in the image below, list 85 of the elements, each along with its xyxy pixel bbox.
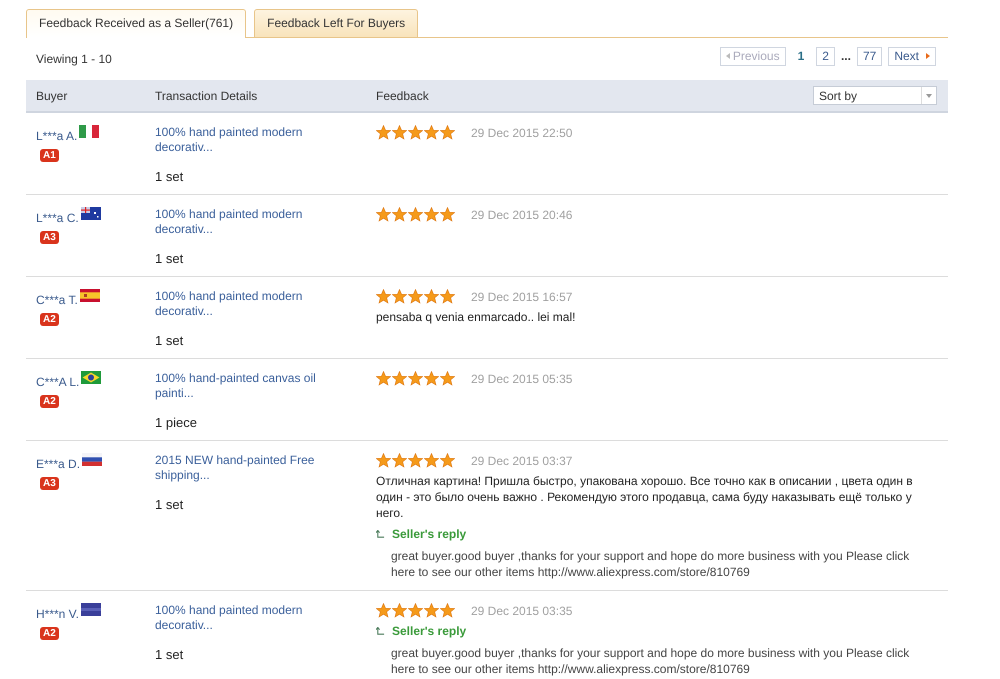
flag-icon <box>80 207 101 220</box>
star-icon <box>408 603 423 618</box>
reply-arrow-icon <box>376 530 385 538</box>
star-icon <box>376 289 391 304</box>
star-icon <box>392 371 407 386</box>
star-icon <box>408 207 423 222</box>
star-icon <box>440 371 455 386</box>
star-icon <box>408 371 423 386</box>
quantity-text: 1 set <box>155 497 184 512</box>
product-link[interactable]: 100% hand painted modern decorativ... <box>155 603 320 633</box>
level-badge: A2 <box>40 395 59 408</box>
star-icon <box>408 289 423 304</box>
reply-label: Seller's reply <box>392 624 466 638</box>
column-header: Transaction Details <box>155 88 258 102</box>
star-icon <box>424 453 439 468</box>
feedback-date: 29 Dec 2015 22:50 <box>471 126 572 140</box>
quantity-text: 1 set <box>155 333 184 348</box>
tab[interactable]: Feedback Left For Buyers <box>254 9 418 37</box>
star-icon <box>376 125 391 140</box>
next-button[interactable]: Next <box>888 46 936 66</box>
flag-icon <box>82 453 102 466</box>
star-icon <box>424 289 439 304</box>
product-link[interactable]: 100% hand painted modern decorativ... <box>155 207 320 237</box>
buyer-name[interactable]: L***a A. <box>36 129 78 143</box>
star-icon <box>376 207 391 222</box>
star-icon <box>440 289 455 304</box>
star-icon <box>392 289 407 304</box>
star-icon <box>376 453 391 468</box>
flag-icon <box>80 603 101 616</box>
star-icon <box>376 603 391 618</box>
star-icon <box>408 453 423 468</box>
product-link[interactable]: 100% hand painted modern decorativ... <box>155 125 320 155</box>
flag-icon <box>81 371 102 384</box>
buyer-name[interactable]: L***a C. <box>36 211 79 225</box>
product-link[interactable]: 100% hand painted modern decorativ... <box>155 289 320 319</box>
feedback-date: 29 Dec 2015 05:35 <box>471 372 572 386</box>
quantity-text: 1 set <box>155 647 184 662</box>
column-header: Feedback <box>376 88 430 102</box>
level-badge: A1 <box>40 149 59 162</box>
page-ellipsis: ... <box>840 49 851 63</box>
quantity-text: 1 piece <box>155 415 198 430</box>
star-icon <box>392 125 407 140</box>
viewing-count: Viewing 1 - 10 <box>36 52 112 66</box>
star-icon <box>392 207 407 222</box>
level-badge: A3 <box>40 477 59 490</box>
star-icon <box>392 603 407 618</box>
page-link[interactable]: 77 <box>856 46 882 66</box>
tab[interactable]: Feedback Received as a Seller(761) <box>26 9 246 38</box>
star-icon <box>376 371 391 386</box>
page-link[interactable]: 2 <box>816 46 835 66</box>
buyer-name[interactable]: C***a T. <box>36 293 78 307</box>
buyer-name[interactable]: H***n V. <box>36 607 79 621</box>
quantity-text: 1 set <box>155 251 184 266</box>
feedback-date: 29 Dec 2015 03:37 <box>471 454 572 468</box>
star-icon <box>424 207 439 222</box>
quantity-text: 1 set <box>155 169 184 184</box>
sort-dropdown[interactable]: Sort by <box>813 86 937 105</box>
product-link[interactable]: 100% hand-painted canvas oil painti... <box>155 371 320 401</box>
level-badge: A2 <box>40 627 59 640</box>
flag-icon <box>79 125 100 138</box>
column-header: Buyer <box>35 88 68 102</box>
star-icon <box>424 125 439 140</box>
star-icon <box>440 603 455 618</box>
feedback-date: 29 Dec 2015 03:35 <box>471 604 572 618</box>
feedback-comment: pensaba q venia enmarcado.. lei mal! <box>376 309 576 325</box>
feedback-date: 29 Dec 2015 16:57 <box>471 290 572 304</box>
product-link[interactable]: 2015 NEW hand-painted Free shipping... <box>155 453 320 483</box>
level-badge: A3 <box>40 231 59 244</box>
star-icon <box>424 371 439 386</box>
flag-icon <box>80 289 100 302</box>
star-icon <box>440 207 455 222</box>
reply-text: great buyer.good buyer ,thanks for your support and hope do more business with you Please click here to see our other items http://www.aliexpress.com/store/810769 <box>391 645 910 677</box>
star-icon <box>440 125 455 140</box>
star-icon <box>392 453 407 468</box>
feedback-comment: Отличная картина! Пришла быстро, упакована хорошо. Все точно как в описании , цвета один в один - это было очень важно . Рекомендую этого продавца, сама буду наказывать ещё только у него. <box>376 473 914 521</box>
reply-text: great buyer.good buyer ,thanks for your support and hope do more business with you Please click here to see our other items http://www.aliexpress.com/store/810769 <box>391 548 910 580</box>
reply-label: Seller's reply <box>392 527 466 541</box>
star-icon <box>424 603 439 618</box>
feedback-date: 29 Dec 2015 20:46 <box>471 208 572 222</box>
buyer-name[interactable]: E***a D. <box>36 457 80 471</box>
reply-arrow-icon <box>376 626 385 636</box>
level-badge: A2 <box>40 313 59 326</box>
star-icon <box>440 453 455 468</box>
buyer-name[interactable]: C***A L. <box>36 375 80 389</box>
star-icon <box>408 125 423 140</box>
